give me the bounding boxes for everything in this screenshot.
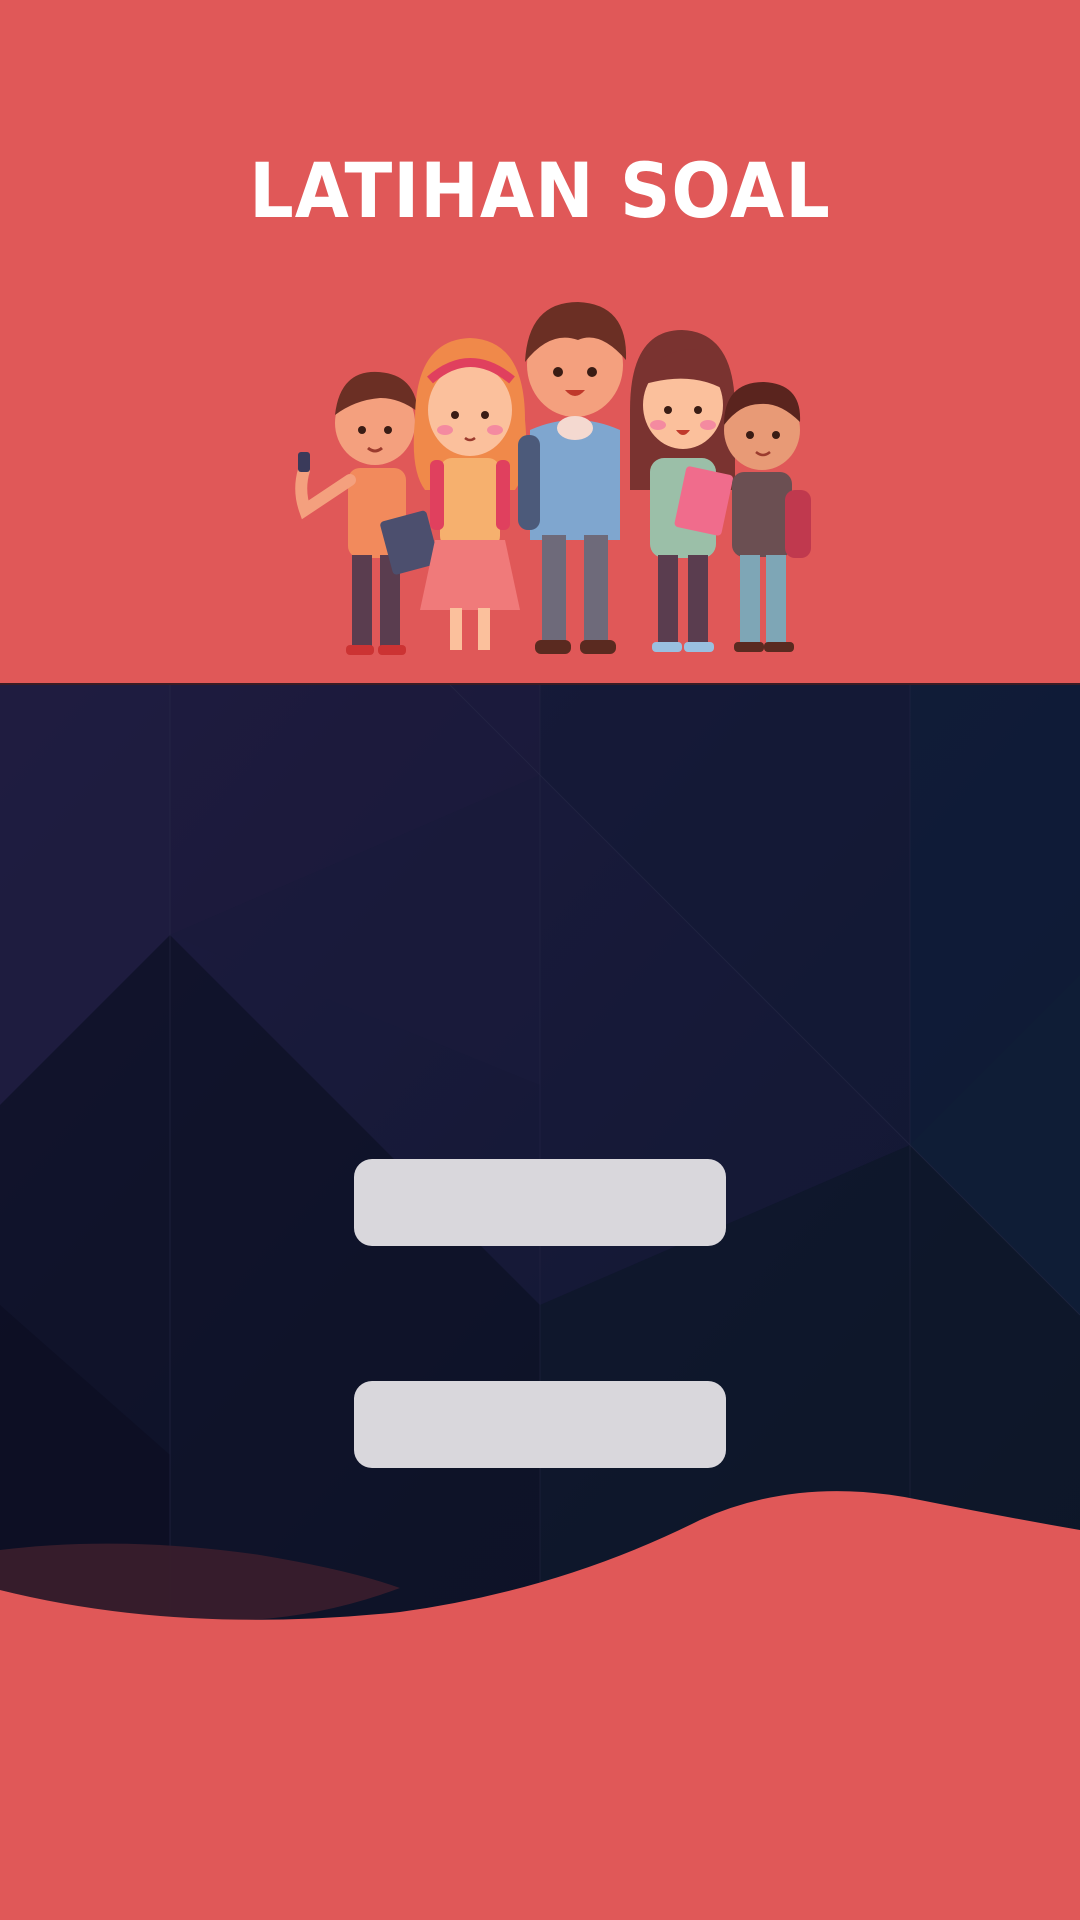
student-boy-right bbox=[724, 382, 811, 652]
student-girl-book bbox=[630, 330, 735, 652]
header: LATIHAN SOAL bbox=[0, 0, 1080, 683]
bottom-wave bbox=[0, 1491, 1080, 1920]
menu-button-1[interactable] bbox=[354, 1159, 726, 1246]
students-illustration bbox=[295, 302, 811, 655]
page-title: LATIHAN SOAL bbox=[249, 146, 831, 236]
student-girl-headband bbox=[413, 338, 527, 650]
student-boy-center bbox=[518, 302, 627, 654]
